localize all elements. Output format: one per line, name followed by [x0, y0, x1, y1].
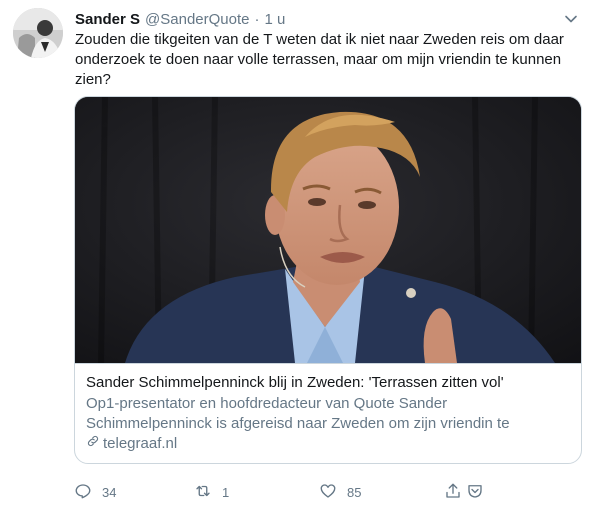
action-bar: 34 1 85 [74, 480, 494, 504]
reply-button[interactable]: 34 [74, 480, 116, 504]
retweet-button[interactable]: 1 [194, 480, 229, 504]
tweet-header: Sander S @SanderQuote · 1 u [75, 9, 584, 29]
author-handle[interactable]: @SanderQuote [145, 11, 249, 28]
retweet-count: 1 [222, 484, 230, 500]
avatar[interactable] [13, 8, 63, 58]
timestamp[interactable]: 1 u [265, 11, 286, 28]
heart-icon [319, 482, 337, 503]
save-icon [466, 482, 484, 503]
card-description: Op1-presentator en hoofdredacteur van Qu… [86, 395, 510, 432]
tweet-text: Zouden die tikgeiten van de T weten dat … [75, 31, 564, 88]
card-domain-row: telegraaf.nl [86, 434, 570, 454]
card-image[interactable] [75, 97, 581, 363]
like-count: 85 [347, 484, 362, 500]
share-button[interactable] [444, 480, 462, 504]
link-card[interactable]: Sander Schimmelpenninck blij in Zweden: … [74, 96, 582, 464]
separator-dot: · [254, 10, 260, 28]
chevron-down-icon[interactable] [564, 12, 578, 26]
card-title: Sander Schimmelpenninck blij in Zweden: … [86, 374, 504, 391]
card-domain: telegraaf.nl [103, 435, 178, 452]
bookmark-button[interactable] [466, 480, 484, 504]
share-icon [444, 482, 462, 503]
card-body[interactable]: Sander Schimmelpenninck blij in Zweden: … [75, 363, 581, 463]
link-icon [86, 434, 103, 454]
retweet-icon [194, 482, 212, 503]
author-name[interactable]: Sander S [75, 11, 140, 28]
like-button[interactable]: 85 [319, 480, 361, 504]
reply-count: 34 [102, 484, 117, 500]
reply-icon [74, 482, 92, 503]
